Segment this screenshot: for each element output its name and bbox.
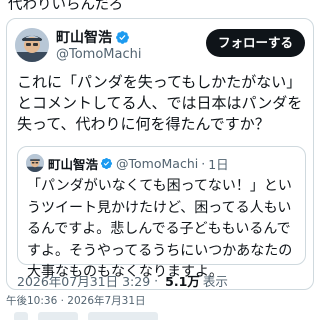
tweet-body: これに「パンダを失ってもしかたがない」とコメントしてる人、では日本はパンダを失っ… [17, 73, 303, 133]
quoted-avatar[interactable] [26, 154, 44, 172]
author-handle[interactable]: @TomoMachi [56, 47, 141, 62]
avatar[interactable] [15, 28, 49, 62]
quoted-verified-badge-icon [100, 157, 113, 170]
quoted-separator: · [201, 155, 206, 171]
quoted-avatar-image [26, 154, 44, 172]
tweet-meta: 2026年07月31日 3:29 · 5.1万 表示 [17, 271, 228, 289]
next-handle-placeholder [88, 312, 158, 320]
next-tweet-peek [6, 312, 314, 320]
view-count: 5.1万 [165, 273, 200, 289]
quoted-header: 町山智浩 @TomoMachi · 1日 [48, 153, 229, 173]
next-name-placeholder [38, 312, 78, 320]
follow-button[interactable]: フォローする [205, 29, 305, 57]
tweet-card[interactable]: 町山智浩 @TomoMachi フォローする これに「パンダを失ってもしかたがな… [6, 18, 314, 290]
quoted-author-handle[interactable]: @TomoMachi [116, 156, 198, 171]
meta-separator: · [154, 272, 159, 288]
quoted-author-name[interactable]: 町山智浩 [48, 154, 98, 173]
previous-tweet-text: 代わりいらんだろ [8, 0, 124, 13]
footer-timestamp: 午後10:36 · 2026年7月31日 [6, 295, 146, 307]
verified-badge-icon [115, 30, 130, 45]
avatar-image [15, 28, 49, 62]
author-row: 町山智浩 [56, 28, 130, 46]
next-avatar-placeholder [14, 312, 28, 320]
quoted-tweet-body: 「パンダがいなくても困ってない！」というツイート見かけたけど、困ってる人もいるん… [27, 178, 293, 280]
author-name[interactable]: 町山智浩 [56, 27, 112, 47]
quoted-tweet[interactable]: 町山智浩 @TomoMachi · 1日 「パンダがいなくても困ってない！」とい… [17, 146, 306, 280]
view-label: 表示 [202, 273, 228, 289]
tweet-timestamp[interactable]: 2026年07月31日 3:29 [17, 271, 150, 290]
quoted-timestamp[interactable]: 1日 [208, 154, 228, 173]
